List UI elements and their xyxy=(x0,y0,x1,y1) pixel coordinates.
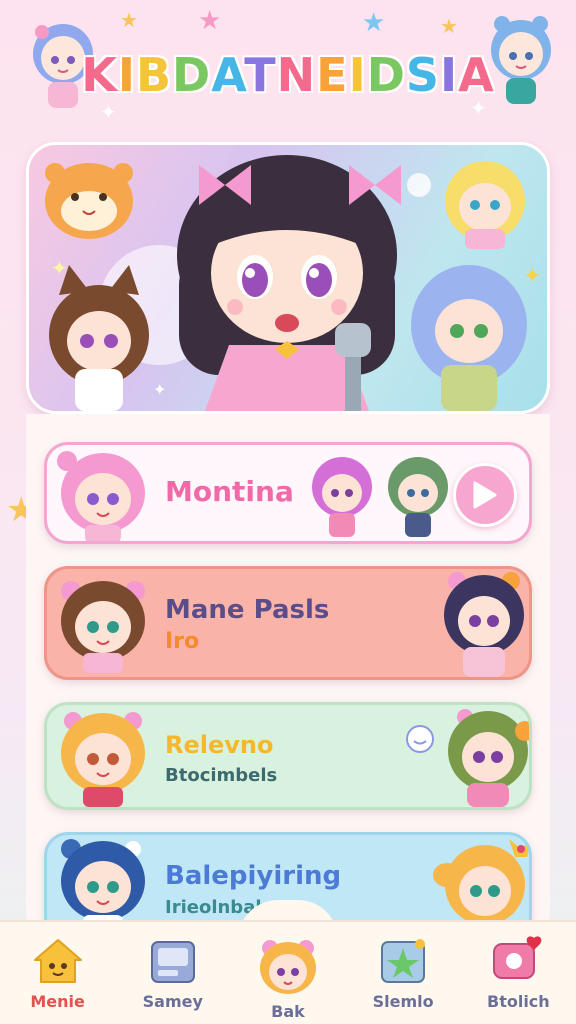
card-character-avatar xyxy=(61,581,145,673)
bottom-navigation: Menie Samey Bak Slemlo Btolich xyxy=(0,920,576,1024)
card-title: Relevno xyxy=(165,731,274,759)
title-letter: I xyxy=(440,48,459,102)
song-card-2[interactable]: Mane Pasls Iro xyxy=(44,566,532,680)
nav-label: Bak xyxy=(271,1002,305,1021)
main-character xyxy=(177,155,401,411)
card-title: Mane Pasls xyxy=(165,595,330,625)
title-letter: A xyxy=(458,48,495,102)
nav-label: Samey xyxy=(142,992,203,1011)
play-button[interactable] xyxy=(453,463,517,527)
nav-item-chat[interactable]: Btolich xyxy=(468,922,568,1011)
card-title: Balepiyiring xyxy=(165,861,342,891)
play-icon xyxy=(473,481,497,509)
card-subtitle: Iro xyxy=(165,629,200,654)
star-icon: ★ xyxy=(362,8,386,38)
hero-illustration: ✦ ✦ ✦ xyxy=(45,155,541,411)
title-letter: S xyxy=(405,48,441,102)
title-letter: A xyxy=(211,48,245,102)
card-character-mini xyxy=(312,457,372,537)
nav-item-avatar[interactable]: Bak xyxy=(238,922,338,1021)
blue-hair-character xyxy=(411,265,527,411)
title-letter: I xyxy=(348,48,367,102)
card-character-avatar xyxy=(61,712,145,807)
hero-banner[interactable]: ✦ ✦ ✦ xyxy=(26,142,550,414)
title-letter: D xyxy=(366,48,406,102)
star-icon xyxy=(381,939,426,983)
card-character-side xyxy=(448,709,529,807)
hamster-character xyxy=(45,163,133,239)
title-letter: I xyxy=(117,48,136,102)
sparkle-icon: ✦ xyxy=(51,256,68,280)
title-letter: B xyxy=(135,48,173,102)
title-letter: T xyxy=(244,48,277,102)
card-character-avatar xyxy=(57,451,145,541)
nav-label: Slemlo xyxy=(372,992,434,1011)
card-subtitle: Btocimbels xyxy=(165,765,278,786)
folder-icon xyxy=(150,941,195,983)
chat-heart-icon xyxy=(493,936,542,979)
cat-girl-character xyxy=(49,265,149,411)
title-letter: D xyxy=(172,48,212,102)
card-character-side xyxy=(444,572,524,677)
title-letter: N xyxy=(276,48,317,102)
sparkle-icon: ✦ xyxy=(153,380,166,399)
avatar-icon xyxy=(259,940,316,994)
chat-bubble-icon xyxy=(406,725,434,753)
nav-label: Btolich xyxy=(487,992,550,1011)
nav-item-star[interactable]: Slemlo xyxy=(353,922,453,1011)
star-icon: ★ xyxy=(198,6,222,36)
app-title: KIBDATNEIDSIA xyxy=(0,48,576,102)
song-card-3[interactable]: Relevno Btocimbels xyxy=(44,702,532,810)
home-icon xyxy=(33,939,82,983)
nav-item-home[interactable]: Menie xyxy=(8,922,108,1011)
card-character-mini xyxy=(388,457,448,537)
star-icon: ★ xyxy=(440,14,458,38)
card-title: Montina xyxy=(165,475,294,508)
song-card-1[interactable]: Montina xyxy=(44,442,532,544)
title-letter: E xyxy=(316,48,349,102)
star-icon: ★ xyxy=(120,8,138,32)
sparkle-icon: ✦ xyxy=(523,264,541,289)
blonde-character xyxy=(445,161,525,249)
nav-item-folder[interactable]: Samey xyxy=(123,922,223,1011)
title-letter: K xyxy=(81,48,118,102)
nav-label: Menie xyxy=(30,992,85,1011)
